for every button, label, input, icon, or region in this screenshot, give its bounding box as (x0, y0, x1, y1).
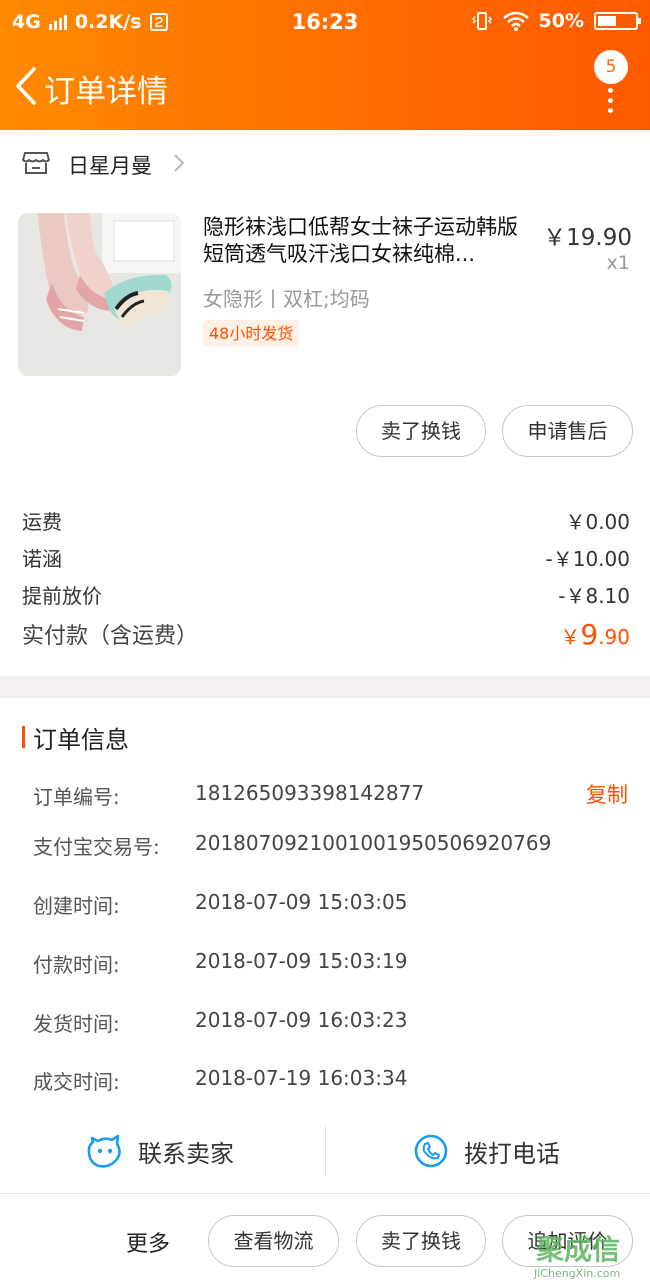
chat-bubble-icon (87, 1134, 121, 1168)
shipped-time-row: 发货时间: 2018-07-09 16:03:23 (33, 1008, 633, 1038)
sell-for-cash-button[interactable]: 卖了换钱 (356, 405, 486, 457)
contact-bar: 联系卖家 拨打电话 (0, 1118, 650, 1194)
info-value: 2018-07-09 15:03:19 (195, 949, 408, 973)
call-phone-label: 拨打电话 (464, 1139, 560, 1168)
paid-time-row: 付款时间: 2018-07-09 15:03:19 (33, 949, 633, 979)
back-arrow-icon[interactable] (14, 66, 38, 106)
product-quantity: x1 (606, 252, 630, 274)
info-label: 创建时间: (33, 894, 120, 918)
info-value: 2018-07-09 15:03:05 (195, 890, 408, 914)
fee-value: ￥0.00 (565, 510, 630, 534)
fee-row-discount: 诺涵 -￥10.00 (22, 543, 630, 575)
fee-value: -￥8.10 (558, 584, 630, 608)
info-value: 181265093398142877 (195, 781, 425, 805)
order-info-title: 订单信息 (33, 726, 129, 754)
battery-icon (594, 12, 641, 30)
fee-row-early-release: 提前放价 -￥8.10 (22, 580, 630, 612)
apply-aftersale-button[interactable]: 申请售后 (502, 405, 633, 457)
fee-label: 提前放价 (22, 584, 102, 608)
nav-bar: 订单详情 5 (0, 46, 650, 130)
paid-total-row: 实付款（含运费） ￥9.90 (22, 618, 630, 658)
fee-label: 诺涵 (22, 547, 62, 571)
wifi-icon (502, 11, 529, 31)
section-divider (0, 676, 650, 698)
info-label: 发货时间: (33, 1012, 120, 1036)
vertical-divider (325, 1126, 326, 1176)
product-title[interactable]: 隐形袜浅口低帮女士袜子运动韩版短筒透气吸汗浅口女袜纯棉... (203, 214, 533, 268)
info-label: 支付宝交易号: (33, 835, 160, 859)
shop-name: 日星月曼 (68, 154, 152, 178)
accent-bar (22, 726, 25, 748)
notification-badge: 5 (594, 50, 628, 84)
view-logistics-button[interactable]: 查看物流 (208, 1215, 339, 1267)
watermark-logo: 聚成信 (536, 1233, 621, 1266)
page-title: 订单详情 (44, 74, 168, 110)
paid-amount: ￥9.90 (560, 618, 630, 651)
contact-seller-button[interactable]: 联系卖家 (86, 1128, 234, 1174)
call-phone-button[interactable]: 拨打电话 (412, 1128, 560, 1174)
shop-row[interactable]: 日星月曼 (0, 130, 650, 196)
copy-order-number-button[interactable]: 复制 (586, 779, 628, 809)
status-bar: 4G 0.2K/s 16:23 50% (0, 0, 650, 46)
completed-time-row: 成交时间: 2018-07-19 16:03:34 (33, 1066, 633, 1096)
info-label: 成交时间: (33, 1070, 120, 1094)
header: 4G 0.2K/s 16:23 50% 订单详情 5 (0, 0, 650, 130)
phone-icon (414, 1134, 448, 1168)
watermark-site: JiChengXin.com (534, 1267, 621, 1280)
info-label: 付款时间: (33, 953, 120, 977)
battery-percent: 50% (538, 10, 584, 32)
more-actions-button[interactable]: 更多 (126, 1226, 170, 1258)
fee-value: -￥10.00 (545, 547, 630, 571)
store-icon (22, 152, 50, 174)
contact-seller-label: 联系卖家 (138, 1139, 234, 1168)
sell-for-cash-button-bottom[interactable]: 卖了换钱 (356, 1215, 486, 1267)
product-price: ￥19.90 (543, 225, 632, 251)
product-image[interactable] (18, 213, 181, 376)
info-value: 2018070921001001950506920769 (195, 831, 552, 855)
fee-label: 运费 (22, 510, 62, 534)
vibrate-icon (471, 12, 492, 30)
order-number-row: 订单编号: 181265093398142877 (33, 781, 633, 811)
alipay-trade-row: 支付宝交易号: 2018070921001001950506920769 (33, 831, 633, 861)
shipping-tag: 48小时发货 (203, 320, 300, 347)
site-watermark: 聚成信 JiChengXin.com (528, 1224, 644, 1282)
product-sku: 女隐形丨双杠;均码 (203, 287, 370, 311)
chevron-right-icon (174, 154, 185, 172)
more-menu-button[interactable]: 5 (594, 50, 630, 113)
info-value: 2018-07-09 16:03:23 (195, 1008, 408, 1032)
created-time-row: 创建时间: 2018-07-09 15:03:05 (33, 890, 633, 920)
paid-label: 实付款（含运费） (22, 624, 199, 649)
fee-row-shipping: 运费 ￥0.00 (22, 506, 630, 538)
info-value: 2018-07-19 16:03:34 (195, 1066, 408, 1090)
more-vertical-icon (608, 88, 614, 118)
info-label: 订单编号: (33, 785, 120, 809)
